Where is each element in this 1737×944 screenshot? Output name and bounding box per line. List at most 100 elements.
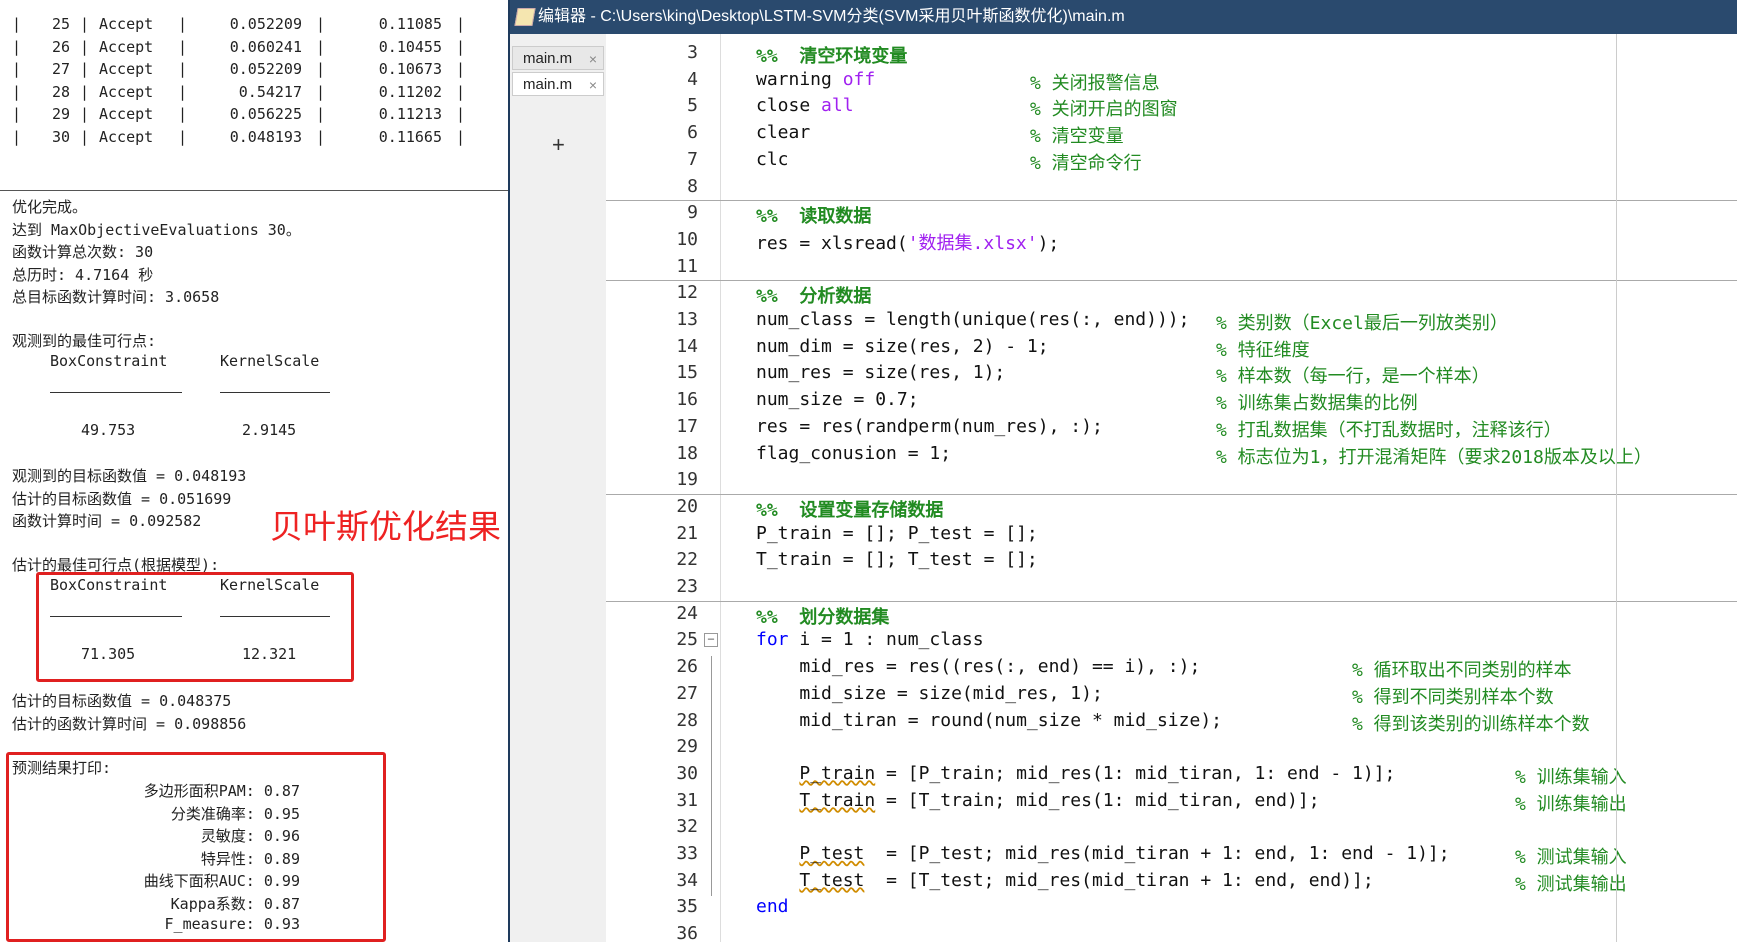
close-icon[interactable]: × — [589, 47, 597, 71]
code-line[interactable]: close all — [756, 95, 854, 116]
code-line[interactable]: P_test = [P_test; mid_res(mid_tiran + 1:… — [756, 843, 1449, 864]
pipe: | — [178, 105, 188, 123]
cell-separator — [606, 493, 1737, 495]
fold-toggle-icon[interactable]: − — [704, 633, 718, 648]
code-line[interactable]: num_res = size(res, 1); — [756, 362, 1005, 383]
comment: % 打乱数据集（不打乱数据时，注释该行） — [1216, 419, 1562, 441]
code-line[interactable]: clear — [756, 122, 810, 143]
line-number: 33 — [676, 843, 698, 864]
cell-separator — [606, 280, 1737, 282]
code-line[interactable]: num_class = length(unique(res(:, end))); — [756, 309, 1189, 330]
code-line[interactable]: flag_conusion = 1; — [756, 443, 951, 464]
variable: P_train — [799, 762, 876, 784]
line-number: 29 — [676, 736, 698, 758]
obj-cell: 0.052209 — [229, 60, 302, 78]
annotation-label: 贝叶斯优化结果 — [270, 508, 501, 545]
tab-main-2[interactable]: main.m × — [512, 72, 604, 96]
code-line[interactable]: T_train = [T_train; mid_res(1: mid_tiran… — [756, 790, 1319, 811]
result-cell: Accept — [99, 127, 154, 146]
code-line[interactable]: %% 分析数据 — [756, 282, 871, 308]
code-line[interactable]: end — [756, 896, 789, 917]
line-number: 17 — [676, 415, 698, 437]
code-line[interactable]: num_size = 0.7; — [756, 389, 919, 410]
line-number: 16 — [676, 389, 698, 411]
pipe: | — [80, 15, 90, 33]
keyword: for — [756, 629, 789, 651]
pipe: | — [80, 60, 90, 78]
code-text: mid_tiran = round(num_size * mid_size); — [756, 709, 1222, 731]
code-line[interactable]: mid_tiran = round(num_size * mid_size); — [756, 710, 1222, 731]
variable: T_test — [799, 869, 865, 891]
line-number: 15 — [676, 362, 698, 384]
code-line[interactable]: for i = 1 : num_class — [756, 629, 984, 650]
pipe: | — [12, 15, 22, 33]
line-number: 20 — [676, 495, 698, 517]
code-text: res = xlsread( — [756, 232, 908, 254]
pipe: | — [178, 15, 188, 33]
code-line[interactable]: num_dim = size(res, 2) - 1; — [756, 336, 1049, 357]
cell-separator — [606, 600, 1737, 602]
code-line[interactable]: clc — [756, 149, 789, 170]
line-number: 5 — [687, 95, 698, 117]
pipe: | — [178, 82, 188, 101]
result-cell: Accept — [99, 105, 154, 123]
line-number: 23 — [676, 576, 698, 597]
table-row: | 26 | Accept | 0.060241 | 0.10455 | — [0, 38, 508, 58]
line-number: 13 — [676, 309, 698, 330]
line-number: 14 — [676, 335, 698, 357]
code-line[interactable]: mid_size = size(mid_res, 1); — [756, 683, 1102, 704]
cell-title: %% 设置变量存储数据 — [756, 499, 944, 521]
comment: % 得到该类别的训练样本个数 — [1352, 713, 1590, 735]
comment: % 关闭开启的图窗 — [1030, 99, 1178, 121]
prediction-line: Kappa系数: 0.87 — [170, 894, 300, 913]
stat-line: 观测到的目标函数值 = 0.048193 — [12, 467, 247, 485]
cell-title: %% 划分数据集 — [756, 606, 890, 628]
table-row: | 28 | Accept | 0.54217 | 0.11202 | — [0, 83, 508, 103]
cell-separator — [606, 200, 1737, 202]
stat-line: 估计的函数计算时间 = 0.098856 — [12, 714, 247, 733]
iter-cell: 26 — [52, 37, 71, 56]
comment: % 样本数（每一行，是一个样本） — [1216, 366, 1490, 388]
table-row: | 29 | Accept | 0.056225 | 0.11213 | — [0, 105, 508, 125]
code-line[interactable]: %% 读取数据 — [756, 202, 871, 228]
code-line[interactable]: %% 设置变量存储数据 — [756, 496, 943, 522]
code-line[interactable]: T_train = []; T_test = []; — [756, 549, 1038, 570]
code-line[interactable]: P_train = [P_train; mid_res(1: mid_tiran… — [756, 763, 1395, 784]
pipe: | — [12, 60, 22, 78]
code-text: clc — [756, 148, 789, 170]
code-line[interactable]: T_test = [T_test; mid_res(mid_tiran + 1:… — [756, 869, 1373, 891]
file-tabs: main.m × main.m × + — [510, 34, 607, 942]
line-number: 10 — [676, 228, 698, 250]
code-line[interactable]: res = xlsread('数据集.xlsx'); — [756, 229, 1059, 255]
close-icon[interactable]: × — [589, 73, 597, 97]
tab-main-1[interactable]: main.m × — [512, 46, 604, 70]
line-number: 3 — [687, 42, 698, 63]
obj-cell: 0.048193 — [229, 127, 302, 146]
pipe: | — [80, 82, 90, 101]
code-line[interactable]: warning off — [756, 69, 875, 90]
code-line[interactable]: %% 划分数据集 — [756, 603, 889, 629]
code-line[interactable]: mid_res = res((res(:, end) == i), :); — [756, 656, 1200, 677]
iter-cell: 28 — [52, 82, 71, 101]
code-line[interactable]: res = res(randperm(num_res), :); — [756, 416, 1103, 437]
line-number: 12 — [676, 282, 698, 304]
obj-cell: 0.052209 — [229, 15, 302, 33]
add-tab-icon[interactable]: + — [552, 132, 565, 158]
line-number: 4 — [687, 68, 698, 90]
line-number: 9 — [687, 202, 698, 224]
line-number: 35 — [676, 896, 698, 918]
best-cell: 0.10455 — [378, 37, 442, 56]
code-line[interactable]: P_train = []; P_test = []; — [756, 523, 1038, 544]
observed-kernelscale: 2.9145 — [242, 421, 297, 439]
prediction-title: 预测结果打印: — [12, 759, 112, 777]
keyword: off — [842, 68, 876, 90]
estimated-kernelscale: 12.321 — [242, 645, 297, 663]
table-row: | 27 | Accept | 0.052209 | 0.10673 | — [0, 60, 508, 80]
obj-cell: 0.54217 — [238, 82, 302, 101]
code-line[interactable]: %% 清空环境变量 — [756, 42, 907, 68]
comment: % 循环取出不同类别的样本 — [1352, 660, 1572, 682]
comment: % 标志位为1，打开混淆矩阵（要求2018版本及以上） — [1216, 446, 1652, 468]
prediction-line: 灵敏度: 0.96 — [200, 827, 300, 845]
